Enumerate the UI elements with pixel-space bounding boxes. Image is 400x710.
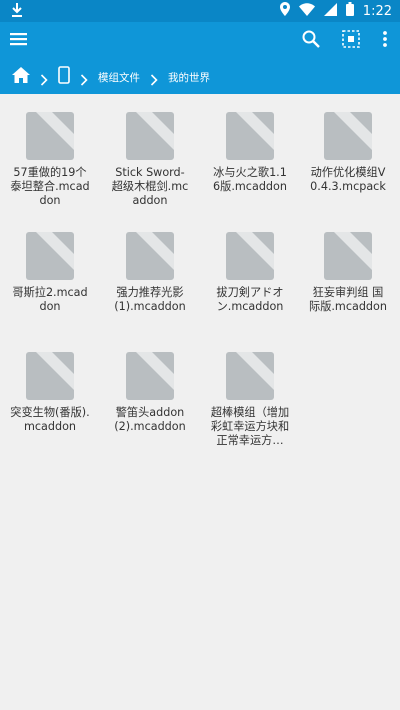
home-icon[interactable] bbox=[12, 67, 30, 87]
file-item[interactable]: 57重做的19个泰坦整合.mcaddon bbox=[4, 112, 96, 208]
file-name: 强力推荐光影(1).mcaddon bbox=[114, 286, 186, 313]
menu-icon[interactable] bbox=[9, 30, 31, 52]
signal-icon bbox=[323, 2, 337, 20]
file-item[interactable]: 突变生物(番版).mcaddon bbox=[4, 352, 96, 434]
file-thumbnail-icon bbox=[126, 352, 174, 400]
app-toolbar bbox=[0, 22, 400, 60]
file-thumbnail-icon bbox=[324, 112, 372, 160]
file-thumbnail-icon bbox=[226, 352, 274, 400]
chevron-right-icon bbox=[150, 71, 158, 86]
file-thumbnail-icon bbox=[26, 352, 74, 400]
select-all-icon[interactable] bbox=[342, 30, 360, 52]
file-thumbnail-icon bbox=[324, 232, 372, 280]
file-name: Stick Sword-超级木棍剑.mcaddon bbox=[111, 166, 189, 207]
search-icon[interactable] bbox=[302, 30, 320, 52]
file-thumbnail-icon bbox=[126, 112, 174, 160]
wifi-icon bbox=[298, 2, 315, 20]
file-thumbnail-icon bbox=[26, 112, 74, 160]
file-name: 狂妄审判组 国际版.mcaddon bbox=[309, 286, 387, 313]
file-name: 警笛头addon(2).mcaddon bbox=[114, 406, 186, 433]
more-vert-icon[interactable] bbox=[382, 30, 388, 52]
file-name: 拔刀剣アドオン.mcaddon bbox=[216, 286, 284, 313]
file-item[interactable]: 冰与火之歌1.16版.mcaddon bbox=[204, 112, 296, 194]
file-item[interactable]: 狂妄审判组 国际版.mcaddon bbox=[302, 232, 394, 314]
file-name: 超棒模组（增加彩虹幸运方块和正常幸运方… bbox=[210, 406, 290, 447]
breadcrumb-current[interactable]: 我的世界 bbox=[168, 70, 210, 85]
file-item[interactable]: 超棒模组（增加彩虹幸运方块和正常幸运方… bbox=[204, 352, 296, 448]
file-thumbnail-icon bbox=[226, 112, 274, 160]
download-icon bbox=[10, 3, 24, 22]
battery-icon bbox=[345, 2, 354, 20]
breadcrumb-folder[interactable]: 模组文件 bbox=[98, 70, 140, 85]
file-thumbnail-icon bbox=[226, 232, 274, 280]
status-bar: 1:22 bbox=[0, 0, 400, 22]
file-item[interactable]: 警笛头addon(2).mcaddon bbox=[104, 352, 196, 434]
phone-icon[interactable] bbox=[58, 66, 70, 88]
file-item[interactable]: Stick Sword-超级木棍剑.mcaddon bbox=[104, 112, 196, 208]
chevron-right-icon bbox=[80, 71, 88, 86]
file-item[interactable]: 强力推荐光影(1).mcaddon bbox=[104, 232, 196, 314]
file-item[interactable]: 哥斯拉2.mcaddon bbox=[4, 232, 96, 314]
file-thumbnail-icon bbox=[26, 232, 74, 280]
file-name: 冰与火之歌1.16版.mcaddon bbox=[213, 166, 287, 193]
location-icon bbox=[279, 2, 290, 20]
file-item[interactable]: 拔刀剣アドオン.mcaddon bbox=[204, 232, 296, 314]
clock-text: 1:22 bbox=[362, 3, 392, 19]
file-name: 动作优化模组V0.4.3.mcpack bbox=[310, 166, 386, 193]
breadcrumb: 模组文件 我的世界 bbox=[0, 60, 400, 94]
file-thumbnail-icon bbox=[126, 232, 174, 280]
file-name: 57重做的19个泰坦整合.mcaddon bbox=[10, 166, 90, 207]
file-item[interactable]: 动作优化模组V0.4.3.mcpack bbox=[302, 112, 394, 194]
file-name: 哥斯拉2.mcaddon bbox=[12, 286, 88, 313]
file-name: 突变生物(番版).mcaddon bbox=[10, 406, 90, 433]
chevron-right-icon bbox=[40, 71, 48, 86]
